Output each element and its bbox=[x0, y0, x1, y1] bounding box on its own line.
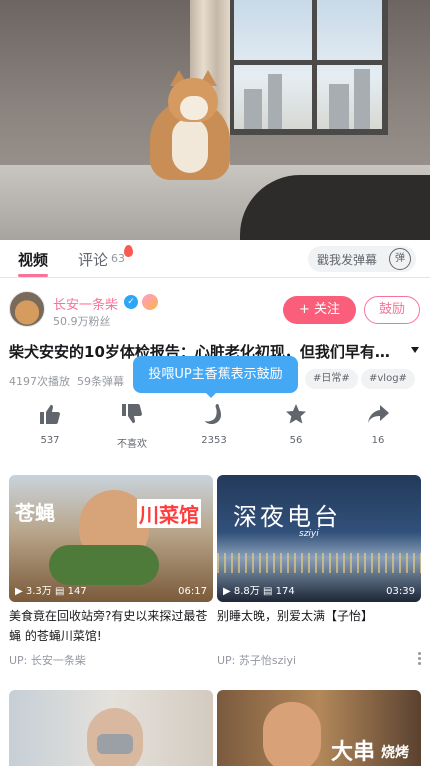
video-duration: 03:39 bbox=[386, 586, 415, 597]
avatar[interactable] bbox=[9, 291, 45, 327]
expand-chevron-icon[interactable] bbox=[411, 347, 419, 353]
tab-comments[interactable]: 评论 bbox=[78, 249, 108, 270]
danmaku-count: 59条弹幕 bbox=[77, 375, 124, 388]
banana-button[interactable]: 2353 bbox=[184, 402, 244, 446]
video-duration: 06:17 bbox=[178, 586, 207, 597]
recommendation-card[interactable]: 大串 烧烤 bbox=[217, 690, 421, 766]
video-thumbnail[interactable] bbox=[9, 690, 213, 766]
charge-button[interactable]: 鼓励 bbox=[364, 296, 420, 324]
tag-vlog[interactable]: #vlog# bbox=[361, 369, 415, 389]
uploader-name[interactable]: 长安一条柴 bbox=[53, 294, 118, 313]
danmaku-placeholder: 戳我发弹幕 bbox=[317, 253, 378, 267]
video-thumbnail[interactable]: 深夜电台 sziyi ▶ 8.8万 ▤ 174 03:39 bbox=[217, 475, 421, 602]
card-uploader[interactable]: UP: 苏子怡sziyi bbox=[217, 652, 296, 668]
recommendation-card[interactable] bbox=[9, 690, 213, 766]
favorite-count: 56 bbox=[289, 435, 303, 446]
thumbs-up-icon bbox=[40, 404, 60, 424]
video-player[interactable] bbox=[0, 0, 430, 240]
fans-count: 50.9万粉丝 bbox=[53, 315, 111, 328]
video-detail-screen: 视频 评论 63 戳我发弹幕 弹 长安一条柴 ✓ 50.9万粉丝 + 关注 鼓励… bbox=[0, 0, 430, 766]
tab-active-indicator bbox=[18, 274, 48, 277]
card-title[interactable]: 美食竟在回收站旁?有史以来探过最苍蝇 的苍蝇川菜馆! bbox=[9, 606, 209, 646]
dislike-label: 不喜欢 bbox=[117, 439, 147, 450]
share-icon bbox=[368, 405, 389, 423]
favorite-button[interactable]: 56 bbox=[266, 402, 326, 446]
more-icon[interactable] bbox=[418, 652, 421, 666]
tag-daily[interactable]: #日常# bbox=[305, 369, 358, 389]
like-count: 537 bbox=[40, 435, 60, 446]
comments-count: 63 bbox=[111, 252, 125, 265]
banana-icon bbox=[205, 404, 221, 424]
share-count: 16 bbox=[371, 435, 385, 446]
banana-tooltip: 投喂UP主香蕉表示鼓励 bbox=[133, 356, 298, 393]
fan-medal-icon bbox=[142, 294, 158, 310]
card-uploader[interactable]: UP: 长安一条柴 bbox=[9, 652, 86, 668]
thumb-text: 大串 bbox=[331, 740, 376, 765]
thumb-stats: ▶ 3.3万 ▤ 147 bbox=[15, 586, 87, 597]
video-scene-window bbox=[228, 0, 388, 135]
star-icon bbox=[286, 404, 306, 424]
card-title[interactable]: 别睡太晚，别爱太满【子怡】 bbox=[217, 606, 417, 626]
tab-video[interactable]: 视频 bbox=[18, 249, 48, 270]
thumb-text-left: 苍蝇 bbox=[15, 501, 55, 525]
recommendation-card[interactable]: 深夜电台 sziyi ▶ 8.8万 ▤ 174 03:39 别睡太晚，别爱太满【… bbox=[217, 475, 421, 675]
thumb-subtext: sziyi bbox=[299, 529, 319, 539]
danmaku-toggle-icon[interactable]: 弹 bbox=[389, 248, 411, 270]
thumb-text: 深夜电台 bbox=[233, 503, 341, 531]
video-thumbnail[interactable]: 大串 烧烤 bbox=[217, 690, 421, 766]
thumb-text-right: 川菜馆 bbox=[137, 499, 201, 528]
like-button[interactable]: 537 bbox=[20, 402, 80, 446]
dislike-button[interactable]: 不喜欢 bbox=[102, 402, 162, 450]
follow-button[interactable]: + 关注 bbox=[283, 296, 356, 324]
verified-icon: ✓ bbox=[124, 295, 138, 309]
thumbs-down-icon bbox=[122, 404, 142, 424]
recommendation-card[interactable]: 苍蝇 川菜馆 ▶ 3.3万 ▤ 147 06:17 美食竟在回收站旁?有史以来探… bbox=[9, 475, 213, 675]
play-count: 4197次播放 bbox=[9, 375, 70, 388]
thumb-text-small: 烧烤 bbox=[381, 745, 409, 761]
share-button[interactable]: 16 bbox=[348, 402, 408, 446]
banana-count: 2353 bbox=[201, 435, 227, 446]
thumb-stats: ▶ 8.8万 ▤ 174 bbox=[223, 586, 295, 597]
video-thumbnail[interactable]: 苍蝇 川菜馆 ▶ 3.3万 ▤ 147 06:17 bbox=[9, 475, 213, 602]
fire-icon bbox=[124, 245, 133, 257]
